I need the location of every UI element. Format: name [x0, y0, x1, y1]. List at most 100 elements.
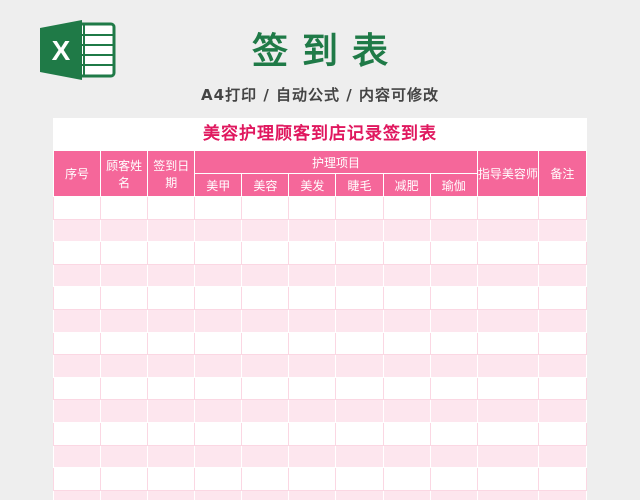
table-cell[interactable]: [194, 331, 243, 356]
table-cell[interactable]: [100, 444, 149, 469]
table-cell[interactable]: [476, 444, 539, 469]
table-cell[interactable]: [194, 444, 243, 469]
table-cell[interactable]: [241, 241, 290, 265]
table-cell[interactable]: [382, 489, 431, 500]
table-cell[interactable]: [476, 241, 539, 265]
table-cell[interactable]: [53, 286, 102, 310]
table-cell[interactable]: [53, 354, 102, 378]
table-cell[interactable]: [476, 421, 539, 446]
table-cell[interactable]: [382, 331, 431, 356]
table-cell[interactable]: [241, 399, 290, 423]
table-cell[interactable]: [194, 467, 243, 491]
table-cell[interactable]: [147, 489, 196, 500]
table-cell[interactable]: [335, 399, 384, 423]
table-cell[interactable]: [537, 196, 587, 220]
table-cell[interactable]: [241, 263, 290, 288]
table-cell[interactable]: [147, 196, 196, 220]
table-cell[interactable]: [537, 308, 587, 333]
table-cell[interactable]: [100, 467, 149, 491]
table-cell[interactable]: [288, 489, 337, 500]
table-cell[interactable]: [147, 399, 196, 423]
table-cell[interactable]: [429, 263, 478, 288]
table-cell[interactable]: [537, 218, 587, 243]
table-cell[interactable]: [241, 286, 290, 310]
table-cell[interactable]: [194, 218, 243, 243]
table-cell[interactable]: [288, 331, 337, 356]
table-cell[interactable]: [147, 308, 196, 333]
table-cell[interactable]: [537, 286, 587, 310]
table-cell[interactable]: [147, 421, 196, 446]
table-cell[interactable]: [53, 331, 102, 356]
table-cell[interactable]: [100, 218, 149, 243]
table-cell[interactable]: [476, 331, 539, 356]
table-cell[interactable]: [429, 218, 478, 243]
table-cell[interactable]: [288, 376, 337, 401]
table-cell[interactable]: [53, 421, 102, 446]
table-cell[interactable]: [288, 467, 337, 491]
table-cell[interactable]: [537, 421, 587, 446]
table-cell[interactable]: [476, 489, 539, 500]
table-cell[interactable]: [476, 308, 539, 333]
table-cell[interactable]: [100, 354, 149, 378]
table-cell[interactable]: [53, 241, 102, 265]
table-cell[interactable]: [147, 263, 196, 288]
table-cell[interactable]: [335, 263, 384, 288]
table-cell[interactable]: [382, 376, 431, 401]
table-cell[interactable]: [147, 444, 196, 469]
table-cell[interactable]: [53, 444, 102, 469]
table-cell[interactable]: [147, 467, 196, 491]
table-cell[interactable]: [476, 263, 539, 288]
table-cell[interactable]: [429, 286, 478, 310]
table-cell[interactable]: [194, 286, 243, 310]
table-cell[interactable]: [335, 421, 384, 446]
table-cell[interactable]: [147, 241, 196, 265]
table-cell[interactable]: [429, 489, 478, 500]
table-cell[interactable]: [100, 489, 149, 500]
table-cell[interactable]: [53, 263, 102, 288]
table-cell[interactable]: [429, 196, 478, 220]
table-cell[interactable]: [382, 308, 431, 333]
table-cell[interactable]: [335, 196, 384, 220]
table-cell[interactable]: [335, 467, 384, 491]
table-cell[interactable]: [147, 376, 196, 401]
table-cell[interactable]: [288, 196, 337, 220]
table-cell[interactable]: [100, 196, 149, 220]
table-cell[interactable]: [382, 286, 431, 310]
table-cell[interactable]: [53, 196, 102, 220]
table-cell[interactable]: [382, 196, 431, 220]
table-cell[interactable]: [241, 331, 290, 356]
table-cell[interactable]: [335, 489, 384, 500]
table-cell[interactable]: [537, 263, 587, 288]
table-cell[interactable]: [147, 331, 196, 356]
table-cell[interactable]: [335, 376, 384, 401]
table-cell[interactable]: [194, 263, 243, 288]
table-cell[interactable]: [382, 241, 431, 265]
table-cell[interactable]: [537, 489, 587, 500]
table-cell[interactable]: [429, 421, 478, 446]
table-cell[interactable]: [537, 241, 587, 265]
table-cell[interactable]: [288, 286, 337, 310]
table-cell[interactable]: [194, 308, 243, 333]
table-cell[interactable]: [429, 354, 478, 378]
table-cell[interactable]: [382, 444, 431, 469]
table-cell[interactable]: [147, 286, 196, 310]
table-cell[interactable]: [335, 331, 384, 356]
table-cell[interactable]: [147, 218, 196, 243]
table-cell[interactable]: [382, 399, 431, 423]
table-cell[interactable]: [194, 489, 243, 500]
table-cell[interactable]: [429, 399, 478, 423]
table-cell[interactable]: [241, 421, 290, 446]
table-cell[interactable]: [100, 421, 149, 446]
table-cell[interactable]: [100, 286, 149, 310]
table-cell[interactable]: [194, 196, 243, 220]
table-cell[interactable]: [335, 241, 384, 265]
table-cell[interactable]: [476, 399, 539, 423]
table-cell[interactable]: [429, 308, 478, 333]
table-cell[interactable]: [429, 331, 478, 356]
table-cell[interactable]: [288, 421, 337, 446]
table-cell[interactable]: [100, 376, 149, 401]
table-cell[interactable]: [382, 467, 431, 491]
table-cell[interactable]: [241, 444, 290, 469]
table-cell[interactable]: [537, 399, 587, 423]
table-cell[interactable]: [288, 218, 337, 243]
